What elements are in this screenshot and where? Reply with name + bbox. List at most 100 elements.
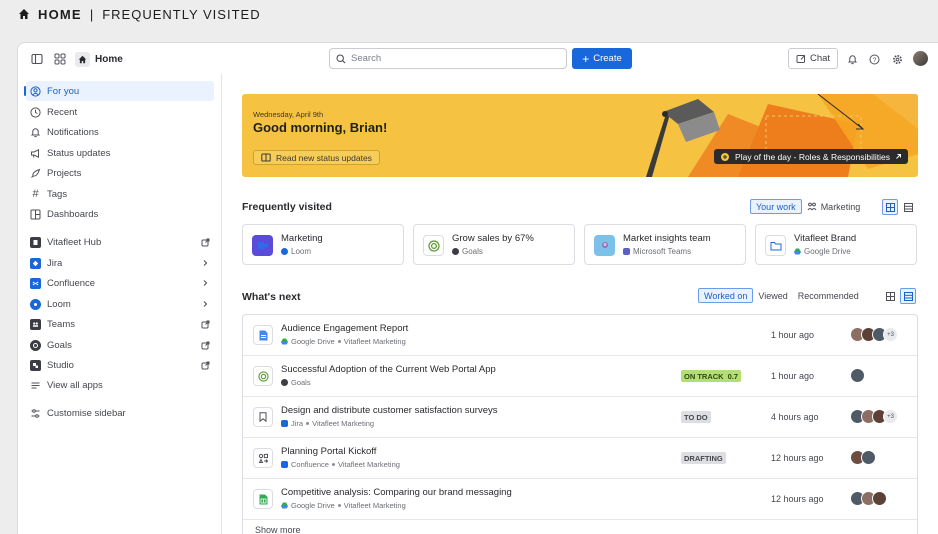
folder-icon [765,235,786,256]
chevron-right-icon[interactable] [200,299,210,309]
sidebar-item-teams[interactable]: Teams [26,314,214,334]
frequent-card-marketing[interactable]: Marketing Loom [242,224,404,265]
external-link-icon[interactable] [200,319,210,329]
frequent-card-goal[interactable]: Grow sales by 67% Goals [413,224,575,265]
card-title: Marketing [281,233,323,244]
sidebar-item-goals[interactable]: Goals [26,335,214,355]
frequent-card-vitafleet-brand[interactable]: Vitafleet Brand Google Drive [755,224,917,265]
list-item[interactable]: Planning Portal Kickoff Confluence Vitafl… [243,438,917,479]
sidebar-toggle-button[interactable] [27,49,47,69]
grid-icon [885,202,895,212]
chevron-right-icon[interactable] [200,258,210,268]
sidebar-item-projects[interactable]: Projects [26,163,214,183]
read-status-updates-label: Read new status updates [276,152,372,163]
home-breadcrumb[interactable]: Home [75,49,123,69]
filter-label: Marketing [820,201,861,212]
jira-icon [281,420,288,427]
sidebar-item-label: Recent [47,106,78,118]
chevron-right-icon[interactable] [200,278,210,288]
arrow-up-right-icon [896,154,901,159]
filter-marketing[interactable]: Marketing [802,199,866,214]
frequently-view-toggle [882,199,916,215]
grid-apps-icon [54,53,66,65]
tab-recommended[interactable]: Recommended [793,288,864,303]
tab-worked-on[interactable]: Worked on [698,288,754,303]
filter-your-work[interactable]: Your work [750,199,802,214]
sidebar-item-label: Dashboards [47,208,99,220]
sidebar-item-recent[interactable]: Recent [26,102,214,122]
confluence-icon [281,461,288,468]
hub-icon [30,236,41,248]
sidebar-item-vitafleet-hub[interactable]: Vitafleet Hub [26,232,214,252]
sidebar-item-for-you[interactable]: For you [24,81,214,101]
frequent-card-market-insights[interactable]: Market insights team Microsoft Teams [584,224,746,265]
chat-edit-icon [796,54,806,63]
list-item[interactable]: Audience Engagement Report Google Drive V… [243,315,917,356]
row-space: Vitafleet Marketing [343,501,406,510]
whats-next-tabs: Worked on Viewed Recommended [698,287,864,304]
app-switcher-button[interactable] [50,49,70,69]
sidebar-item-label: View all apps [47,379,103,391]
list-view-button[interactable] [900,199,916,215]
row-app: Google Drive [291,337,335,346]
user-avatar[interactable] [913,51,928,66]
user-circle-icon [30,85,41,97]
help-button[interactable]: ? [864,49,884,69]
more-avatars-badge: +3 [883,327,898,342]
goal-target-icon [253,366,273,386]
list-item[interactable]: Design and distribute customer satisfact… [243,397,917,438]
sidebar-item-notifications[interactable]: Notifications [26,122,214,142]
jira-icon [30,257,41,269]
collaborator-avatars: +3 [850,327,898,342]
status-label: DRAFTING [684,453,723,463]
notifications-button[interactable] [842,49,862,69]
list-item[interactable]: Successful Adoption of the Current Web P… [243,356,917,397]
grid-view-button[interactable] [882,199,898,215]
row-space: Vitafleet Marketing [343,337,406,346]
greeting-banner: Wednesday, April 9th Good morning, Brian… [242,94,918,177]
list-view-button[interactable] [900,288,916,304]
search-input[interactable]: Search [329,48,567,69]
grid-view-button[interactable] [882,288,898,304]
app-window: Home Search + Create Chat ? For you Rece… [17,42,938,534]
sparkle-icon [721,152,730,161]
sidebar-item-studio[interactable]: Studio [26,355,214,375]
customise-sidebar-button[interactable]: Customise sidebar [26,403,214,423]
row-time: 4 hours ago [771,412,819,422]
bell-icon [30,127,41,138]
show-more-link[interactable]: Show more [255,525,301,534]
play-of-the-day-button[interactable]: Play of the day - Roles & Responsibiliti… [714,149,908,164]
separator-dot [306,422,310,425]
sidebar-item-tags[interactable]: # Tags [26,184,214,204]
clock-icon [30,106,41,118]
tab-viewed[interactable]: Viewed [753,288,792,303]
create-button[interactable]: + Create [572,48,632,69]
book-icon [261,153,271,162]
row-subtitle: Google Drive Vitafleet Marketing [281,501,406,510]
sidebar-item-jira[interactable]: Jira [26,253,214,273]
dashboard-icon [30,209,41,220]
row-app: Jira [291,419,304,428]
read-status-updates-button[interactable]: Read new status updates [253,150,380,165]
megaphone-icon [30,148,41,159]
caption-subtitle: FREQUENTLY VISITED [102,6,261,22]
list-icon [903,202,913,212]
more-avatars-badge: +3 [883,409,898,424]
chat-button[interactable]: Chat [788,48,838,69]
studio-icon [30,359,41,371]
sidebar-item-view-all-apps[interactable]: View all apps [26,375,214,395]
external-link-icon[interactable] [200,340,210,350]
sidebar-item-loom[interactable]: Loom [26,294,214,314]
list-item[interactable]: Competitive analysis: Comparing our bran… [243,479,917,520]
teams-icon [30,318,41,330]
sidebar-item-status-updates[interactable]: Status updates [26,143,214,163]
loom-icon [281,248,288,255]
sidebar-item-confluence[interactable]: Confluence [26,273,214,293]
settings-button[interactable] [887,49,907,69]
external-link-icon[interactable] [200,237,210,247]
goals-icon [452,248,459,255]
external-link-icon[interactable] [200,360,210,370]
sidebar-item-dashboards[interactable]: Dashboards [26,204,214,224]
avatar [872,491,887,506]
row-subtitle: Google Drive Vitafleet Marketing [281,337,406,346]
